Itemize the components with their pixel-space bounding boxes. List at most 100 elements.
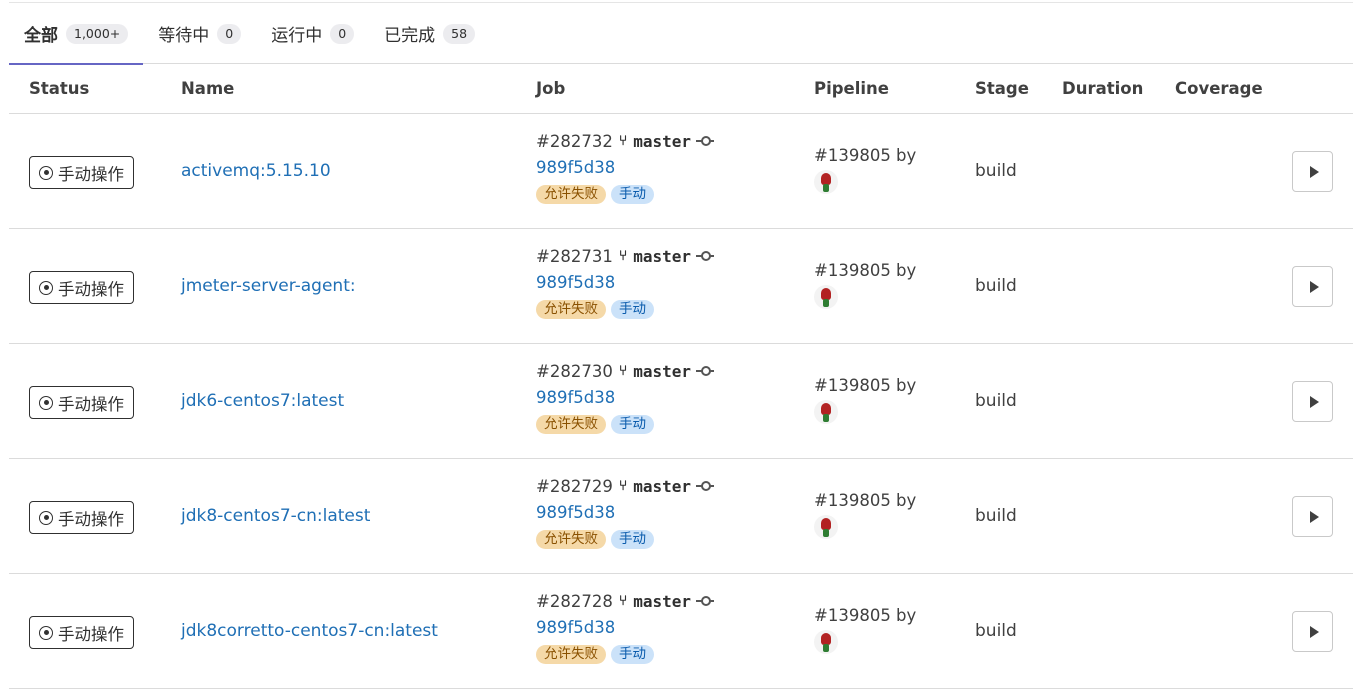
stage-label: build <box>975 276 1017 296</box>
job-id-link[interactable]: #282730 <box>536 362 613 381</box>
tab-pending[interactable]: 等待中 0 <box>143 3 256 64</box>
commit-icon <box>696 250 715 262</box>
pipeline-cell: #139805 by <box>814 491 916 539</box>
commit-sha-link[interactable]: 989f5d38 <box>536 499 714 526</box>
job-id-link[interactable]: #282732 <box>536 132 613 151</box>
column-header-coverage: Coverage <box>1175 79 1263 98</box>
job-cell: #282731 ⑂ master 989f5d38 允许失败 手动 <box>536 243 715 319</box>
status-badge[interactable]: 手动操作 <box>29 386 134 419</box>
job-cell: #282729 ⑂ master 989f5d38 允许失败 手动 <box>536 473 715 549</box>
allow-failure-badge: 允许失败 <box>536 645 606 664</box>
stage-label: build <box>975 161 1017 181</box>
tab-finished[interactable]: 已完成 58 <box>369 3 490 64</box>
job-name-link[interactable]: jmeter-server-agent: <box>181 276 356 296</box>
status-cell: 手动操作 <box>29 271 134 304</box>
tab-count-badge: 58 <box>443 23 476 44</box>
gear-icon <box>39 510 53 525</box>
branch-fork-icon: ⑂ <box>618 248 628 264</box>
table-row: 手动操作 jmeter-server-agent: #282731 ⑂ mast… <box>9 229 1353 344</box>
play-button[interactable] <box>1292 266 1333 307</box>
play-icon <box>1309 165 1319 178</box>
job-name-link[interactable]: activemq:5.15.10 <box>181 161 331 181</box>
allow-failure-badge: 允许失败 <box>536 530 606 549</box>
manual-badge: 手动 <box>611 530 654 549</box>
commit-sha-link[interactable]: 989f5d38 <box>536 269 714 296</box>
column-header-pipeline: Pipeline <box>814 79 889 98</box>
tab-count-badge: 1,000+ <box>66 23 129 44</box>
branch-fork-icon: ⑂ <box>618 478 628 494</box>
gear-icon <box>39 395 53 410</box>
status-cell: 手动操作 <box>29 386 134 419</box>
user-avatar[interactable] <box>814 515 838 539</box>
tab-running[interactable]: 运行中 0 <box>256 3 369 64</box>
status-cell: 手动操作 <box>29 156 134 189</box>
job-id-link[interactable]: #282728 <box>536 592 613 611</box>
status-label: 手动操作 <box>58 509 124 529</box>
gear-icon <box>39 280 53 295</box>
status-label: 手动操作 <box>58 164 124 184</box>
play-button[interactable] <box>1292 496 1333 537</box>
tab-all[interactable]: 全部 1,000+ <box>9 3 144 65</box>
user-avatar[interactable] <box>814 400 838 424</box>
table-row: 手动操作 jdk8corretto-centos7-cn:latest #282… <box>9 574 1353 689</box>
commit-icon <box>696 595 715 607</box>
branch-link[interactable]: master <box>633 477 691 496</box>
pipeline-link[interactable]: #139805 by <box>814 606 916 625</box>
job-id-link[interactable]: #282729 <box>536 477 613 496</box>
table-row: 手动操作 activemq:5.15.10 #282732 ⑂ master 9… <box>9 114 1353 229</box>
branch-fork-icon: ⑂ <box>618 133 628 149</box>
tab-count-badge: 0 <box>217 23 242 44</box>
job-name-link[interactable]: jdk6-centos7:latest <box>181 391 344 411</box>
pipeline-link[interactable]: #139805 by <box>814 261 916 280</box>
column-header-duration: Duration <box>1062 79 1144 98</box>
play-button[interactable] <box>1292 611 1333 652</box>
pipeline-link[interactable]: #139805 by <box>814 146 916 165</box>
status-badge[interactable]: 手动操作 <box>29 156 134 189</box>
manual-badge: 手动 <box>611 645 654 664</box>
allow-failure-badge: 允许失败 <box>536 415 606 434</box>
play-icon <box>1309 625 1319 638</box>
pipeline-cell: #139805 by <box>814 376 916 424</box>
commit-icon <box>696 480 715 492</box>
status-badge[interactable]: 手动操作 <box>29 616 134 649</box>
gear-icon <box>39 165 53 180</box>
status-label: 手动操作 <box>58 624 124 644</box>
user-avatar[interactable] <box>814 630 838 654</box>
job-name-link[interactable]: jdk8-centos7-cn:latest <box>181 506 370 526</box>
status-badge[interactable]: 手动操作 <box>29 501 134 534</box>
status-cell: 手动操作 <box>29 501 134 534</box>
pipeline-link[interactable]: #139805 by <box>814 376 916 395</box>
play-icon <box>1309 510 1319 523</box>
job-rows: 手动操作 activemq:5.15.10 #282732 ⑂ master 9… <box>9 114 1353 689</box>
branch-fork-icon: ⑂ <box>618 363 628 379</box>
pipeline-link[interactable]: #139805 by <box>814 491 916 510</box>
commit-sha-link[interactable]: 989f5d38 <box>536 154 714 181</box>
branch-link[interactable]: master <box>633 247 691 266</box>
column-header-job: Job <box>536 79 566 98</box>
pipeline-cell: #139805 by <box>814 261 916 309</box>
play-button[interactable] <box>1292 151 1333 192</box>
play-button[interactable] <box>1292 381 1333 422</box>
table-header: Status Name Job Pipeline Stage Duration … <box>9 64 1353 114</box>
allow-failure-badge: 允许失败 <box>536 300 606 319</box>
branch-link[interactable]: master <box>633 132 691 151</box>
column-header-name: Name <box>181 79 235 98</box>
branch-link[interactable]: master <box>633 362 691 381</box>
stage-label: build <box>975 391 1017 411</box>
user-avatar[interactable] <box>814 170 838 194</box>
status-label: 手动操作 <box>58 394 124 414</box>
jobs-panel: 全部 1,000+ 等待中 0 运行中 0 已完成 58 Status Name… <box>9 2 1353 689</box>
manual-badge: 手动 <box>611 415 654 434</box>
play-icon <box>1309 280 1319 293</box>
job-name-link[interactable]: jdk8corretto-centos7-cn:latest <box>181 621 438 641</box>
job-id-link[interactable]: #282731 <box>536 247 613 266</box>
pipeline-cell: #139805 by <box>814 606 916 654</box>
status-badge[interactable]: 手动操作 <box>29 271 134 304</box>
commit-sha-link[interactable]: 989f5d38 <box>536 384 714 411</box>
commit-sha-link[interactable]: 989f5d38 <box>536 614 714 641</box>
tab-label: 已完成 <box>384 26 436 46</box>
job-cell: #282732 ⑂ master 989f5d38 允许失败 手动 <box>536 128 715 204</box>
branch-link[interactable]: master <box>633 592 691 611</box>
status-cell: 手动操作 <box>29 616 134 649</box>
user-avatar[interactable] <box>814 285 838 309</box>
